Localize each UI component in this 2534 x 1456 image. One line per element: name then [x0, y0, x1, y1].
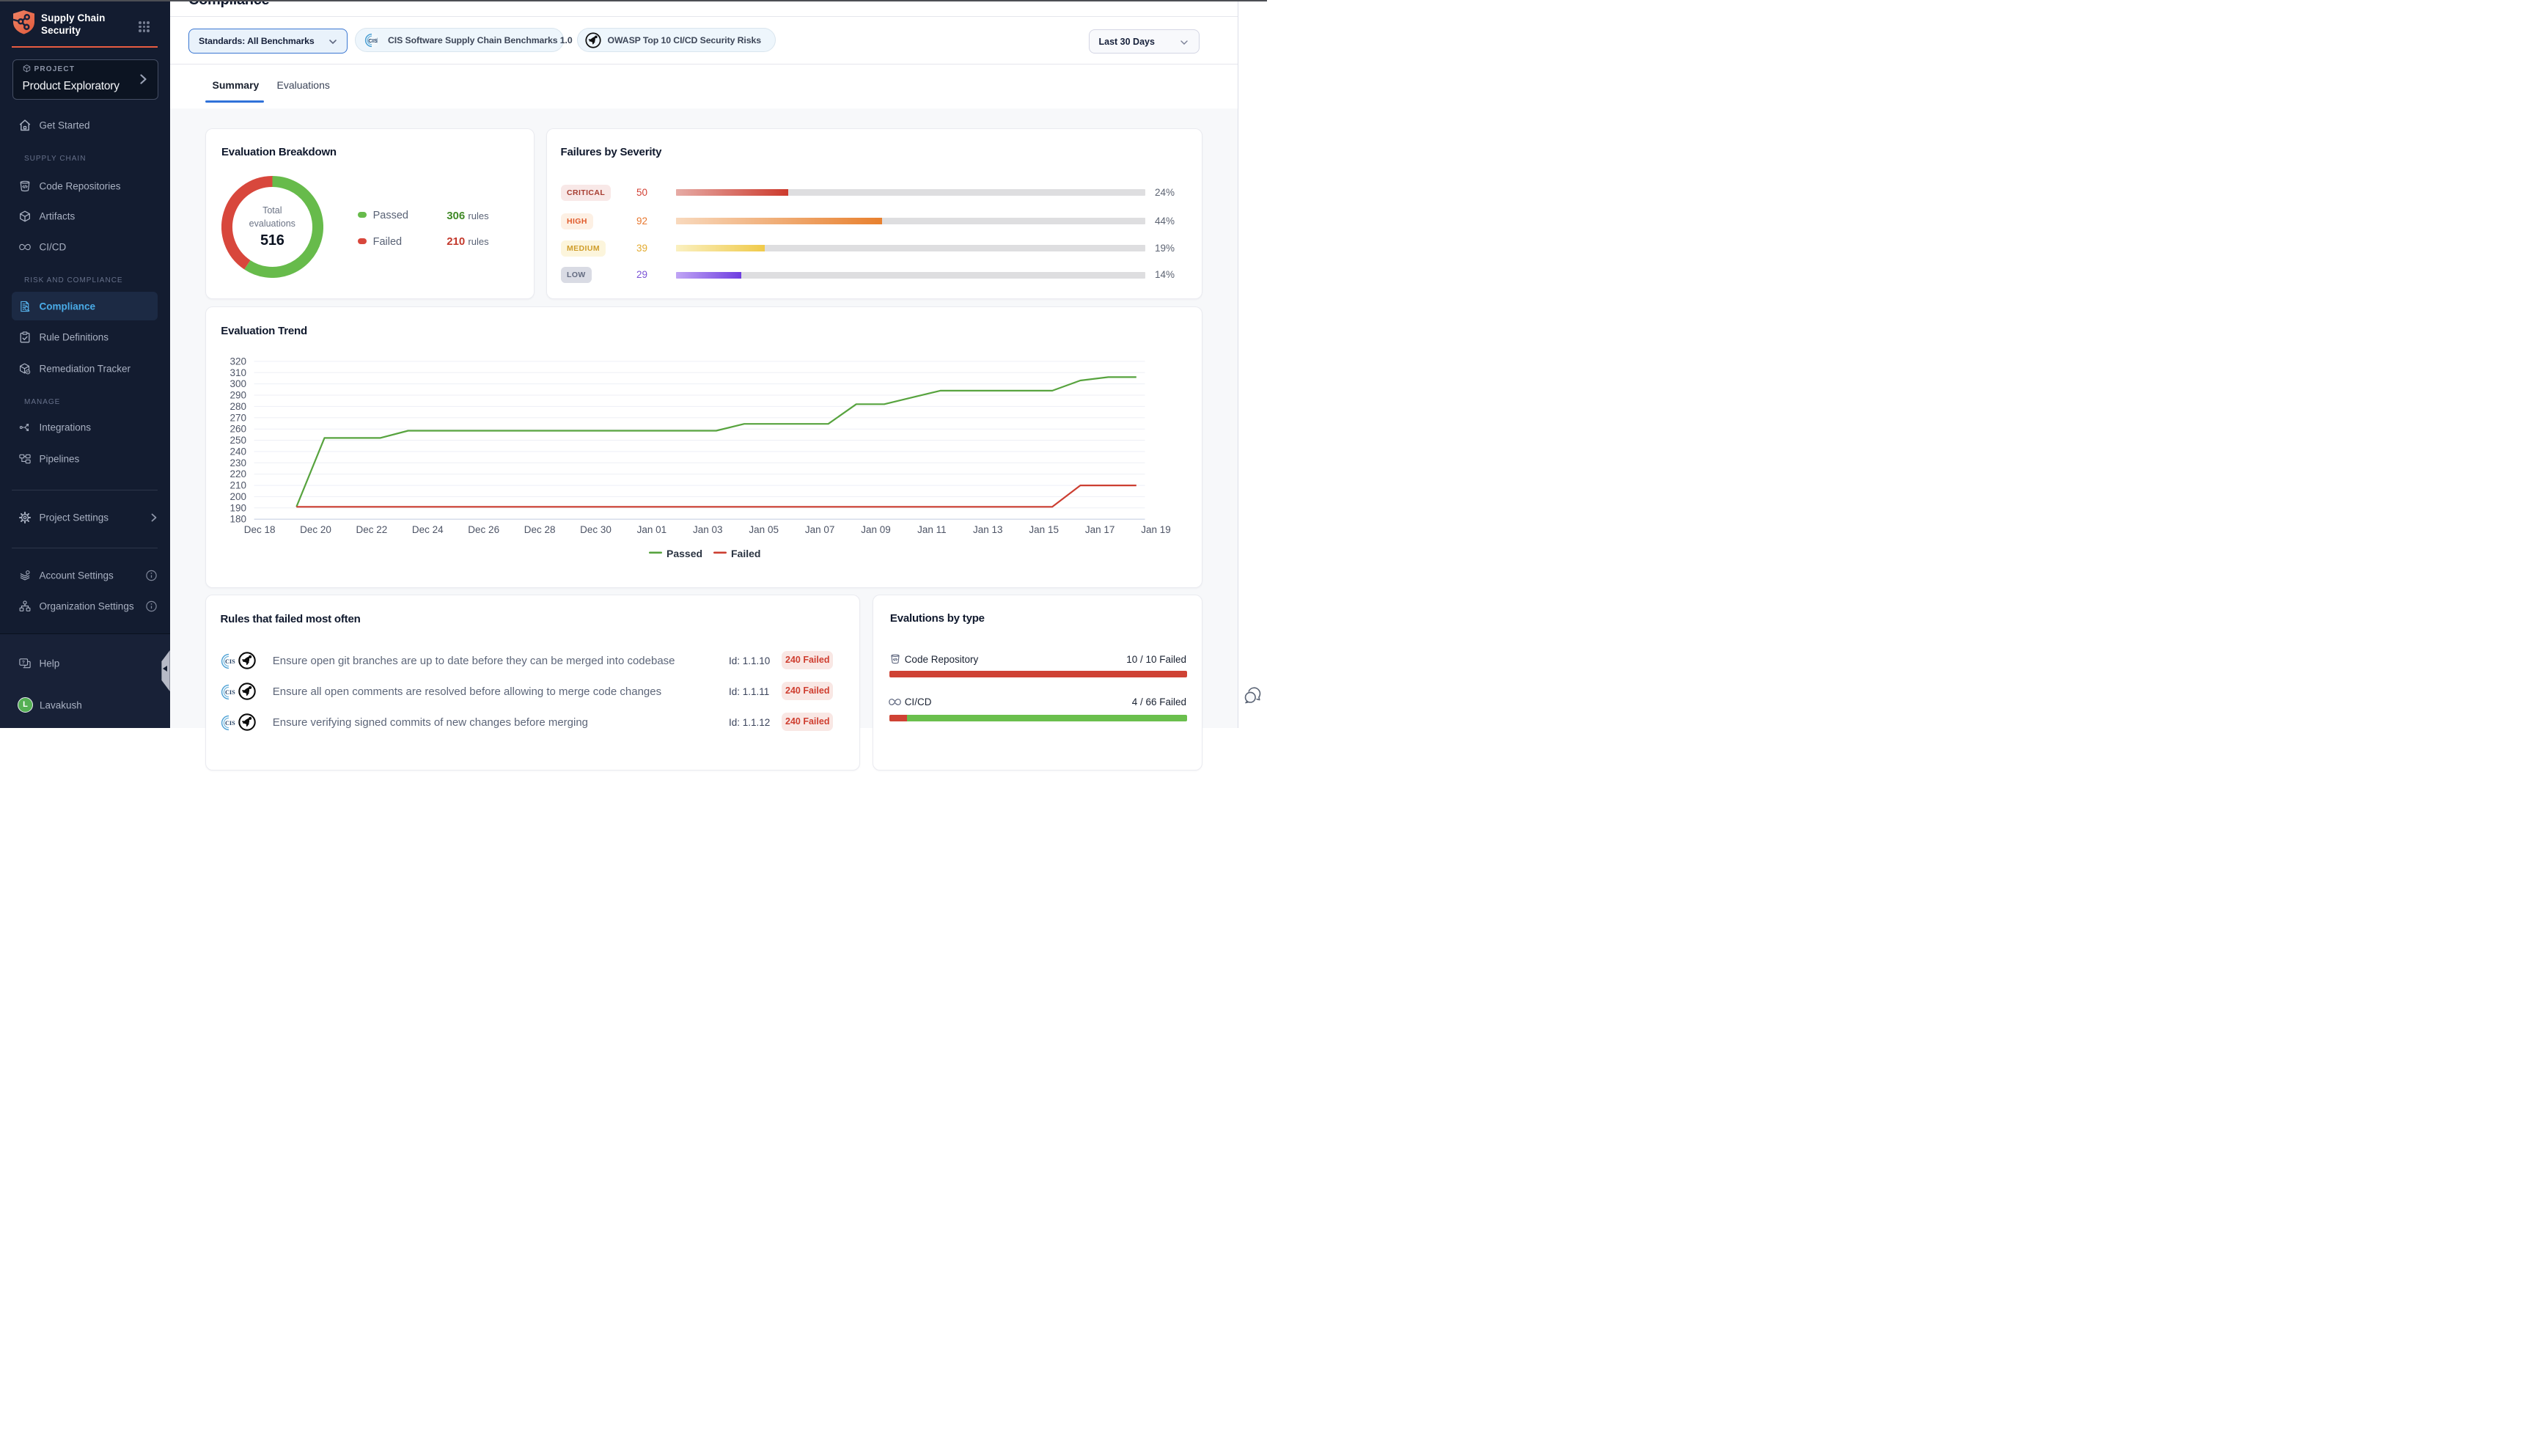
svg-text:Jan 03: Jan 03: [693, 524, 723, 535]
svg-text:Jan 19: Jan 19: [1141, 524, 1171, 535]
svg-text:CIS: CIS: [225, 720, 235, 727]
svg-text:240: 240: [229, 446, 246, 457]
svg-text:Passed: Passed: [666, 548, 702, 559]
svg-text:Jan 13: Jan 13: [973, 524, 1003, 535]
svg-text:300: 300: [229, 378, 246, 389]
svg-text:CIS: CIS: [225, 689, 235, 696]
svg-text:180: 180: [229, 514, 246, 525]
svg-text:Jan 07: Jan 07: [805, 524, 835, 535]
svg-text:200: 200: [229, 491, 246, 502]
svg-text:280: 280: [229, 401, 246, 412]
svg-text:Dec 30: Dec 30: [580, 524, 612, 535]
svg-text:Jan 05: Jan 05: [749, 524, 779, 535]
svg-text:Jan 01: Jan 01: [637, 524, 667, 535]
svg-text:260: 260: [229, 424, 246, 435]
svg-text:270: 270: [229, 412, 246, 423]
svg-text:310: 310: [229, 367, 246, 378]
svg-text:Dec 28: Dec 28: [524, 524, 556, 535]
svg-text:Jan 11: Jan 11: [917, 524, 947, 535]
svg-text:320: 320: [229, 356, 246, 367]
svg-text:CIS: CIS: [225, 658, 235, 665]
svg-text:190: 190: [229, 502, 246, 513]
svg-text:290: 290: [229, 390, 246, 401]
svg-text:210: 210: [229, 480, 246, 491]
svg-text:Dec 20: Dec 20: [300, 524, 331, 535]
svg-text:Jan 17: Jan 17: [1085, 524, 1115, 535]
svg-text:Jan 15: Jan 15: [1029, 524, 1059, 535]
svg-text:Dec 24: Dec 24: [412, 524, 444, 535]
svg-text:Dec 18: Dec 18: [244, 524, 276, 535]
svg-text:Jan 09: Jan 09: [861, 524, 891, 535]
svg-text:?: ?: [22, 661, 25, 666]
svg-text:220: 220: [229, 468, 246, 479]
svg-text:Dec 26: Dec 26: [468, 524, 499, 535]
svg-text:Dec 22: Dec 22: [356, 524, 388, 535]
svg-text:Failed: Failed: [731, 548, 760, 559]
svg-text:250: 250: [229, 435, 246, 446]
svg-text:CIS: CIS: [368, 37, 378, 44]
svg-text:230: 230: [229, 457, 246, 468]
